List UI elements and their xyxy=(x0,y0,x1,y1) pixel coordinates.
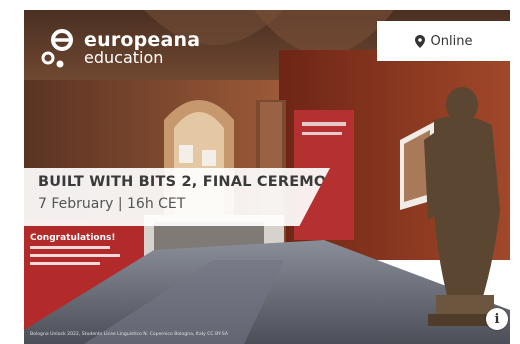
info-icon: i xyxy=(494,311,500,327)
location-tag: Online xyxy=(377,21,510,61)
europeana-education-logo[interactable]: europeana education xyxy=(40,28,200,70)
brand-subtitle: education xyxy=(84,48,164,67)
hero-banner: Congratulations! europeana education Onl… xyxy=(24,10,510,344)
event-date: 7 February | 16h CET xyxy=(38,196,186,212)
image-credit: Bologna Unlock 2022, Students Liceo Ling… xyxy=(30,332,229,337)
info-button[interactable]: i xyxy=(486,308,508,330)
wall-text: Congratulations! xyxy=(30,233,115,243)
event-banner[interactable]: BUILT WITH BITS 2, FINAL CEREMONY 7 Febr… xyxy=(24,168,330,226)
location-label: Online xyxy=(430,33,473,49)
europeana-logo-icon xyxy=(41,29,73,68)
map-pin-icon xyxy=(414,34,425,48)
event-title: BUILT WITH BITS 2, FINAL CEREMONY xyxy=(38,174,350,190)
brand-name: europeana xyxy=(84,29,201,51)
